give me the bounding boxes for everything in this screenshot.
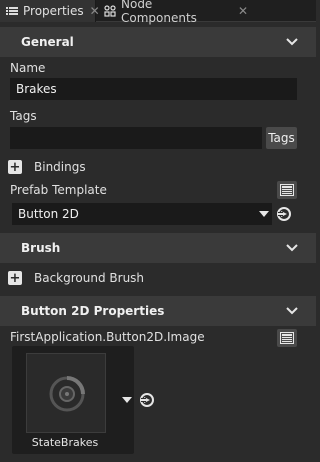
section-brush-title: Brush — [21, 241, 61, 255]
section-button2d-title: Button 2D Properties — [21, 304, 165, 318]
section-general-title: General — [21, 35, 74, 49]
add-background-brush-button[interactable]: + — [8, 271, 22, 285]
tab-bar: Properties ✕ Node Components ✕ — [0, 0, 316, 25]
prefab-template-label: Prefab Template — [10, 183, 107, 197]
tab-properties[interactable]: Properties ✕ — [0, 0, 100, 22]
tags-button[interactable]: Tags — [266, 127, 297, 149]
background-brush-label: Background Brush — [34, 271, 145, 285]
dropdown-arrow-icon[interactable] — [122, 396, 132, 404]
plus-icon: + — [9, 270, 21, 286]
add-binding-button[interactable]: + — [8, 160, 22, 174]
brake-disc-icon — [49, 376, 85, 412]
prefab-template-select[interactable]: Button 2D — [12, 203, 272, 225]
tab-properties-label: Properties — [23, 4, 84, 18]
list-box-icon — [280, 184, 294, 196]
image-picker-button[interactable] — [277, 329, 297, 347]
plus-icon: + — [9, 159, 21, 175]
tags-label: Tags — [10, 109, 37, 123]
revert-icon[interactable] — [276, 206, 292, 222]
name-label: Name — [10, 61, 46, 75]
section-general-header[interactable]: General — [0, 27, 316, 57]
chevron-down-icon[interactable] — [285, 35, 299, 49]
image-property-label: FirstApplication.Button2D.Image — [10, 330, 205, 344]
tab-node-components[interactable]: Node Components ✕ — [98, 0, 248, 25]
bindings-label: Bindings — [34, 160, 86, 174]
dropdown-arrow-icon — [259, 211, 269, 217]
name-field[interactable]: Brakes — [10, 78, 297, 100]
image-asset-name: StateBrakes — [31, 436, 99, 449]
prefab-picker-button[interactable] — [277, 181, 297, 199]
list-icon — [6, 5, 18, 17]
tags-field[interactable] — [10, 127, 262, 149]
section-button2d-header[interactable]: Button 2D Properties — [0, 296, 316, 326]
chevron-down-icon[interactable] — [285, 304, 299, 318]
section-brush-header[interactable]: Brush — [0, 233, 316, 263]
close-icon[interactable]: ✕ — [238, 4, 248, 18]
list-box-icon — [280, 332, 294, 344]
components-icon — [104, 5, 116, 17]
chevron-down-icon[interactable] — [285, 241, 299, 255]
tab-node-components-label: Node Components — [121, 0, 197, 25]
prefab-template-value: Button 2D — [18, 207, 79, 221]
image-asset-card[interactable]: StateBrakes — [12, 346, 134, 454]
image-thumbnail — [26, 353, 106, 433]
revert-icon[interactable] — [139, 392, 155, 408]
